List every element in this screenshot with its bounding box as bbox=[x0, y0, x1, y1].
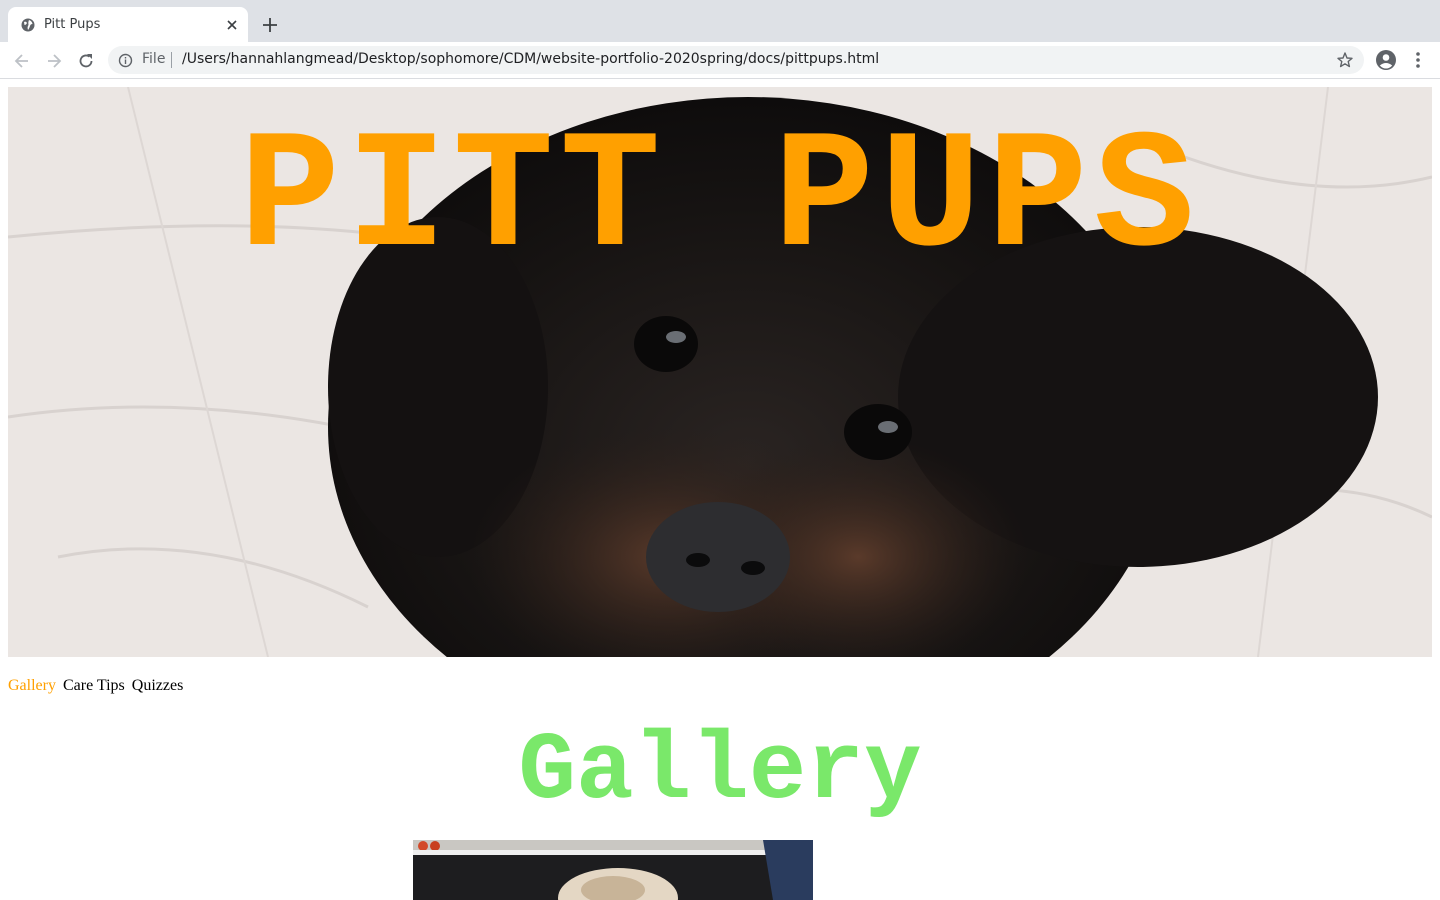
forward-icon[interactable] bbox=[44, 51, 64, 71]
address-separator bbox=[171, 52, 172, 68]
gallery-photo bbox=[413, 840, 813, 900]
browser-tab[interactable]: Pitt Pups bbox=[8, 7, 248, 42]
menu-icon[interactable] bbox=[1409, 50, 1427, 70]
address-scheme: File bbox=[142, 51, 166, 67]
nav-link-care-tips[interactable]: Care Tips bbox=[63, 676, 125, 696]
profile-icon[interactable] bbox=[1375, 49, 1397, 71]
address-bar[interactable]: File /Users/hannahlangmead/Desktop/sopho… bbox=[108, 46, 1364, 74]
back-icon[interactable] bbox=[12, 51, 32, 71]
section-title: Gallery bbox=[518, 717, 922, 826]
hero-title: PITT PUPS bbox=[239, 105, 1201, 295]
nav-link-gallery[interactable]: Gallery bbox=[8, 676, 56, 696]
tab-strip: Pitt Pups bbox=[0, 0, 1440, 42]
nav-link-quizzes[interactable]: Quizzes bbox=[132, 676, 184, 696]
plus-icon[interactable] bbox=[260, 15, 280, 35]
globe-icon bbox=[21, 18, 35, 32]
browser-toolbar: File /Users/hannahlangmead/Desktop/sopho… bbox=[0, 42, 1440, 79]
hero-banner: PITT PUPS bbox=[8, 87, 1432, 657]
star-icon[interactable] bbox=[1336, 51, 1354, 69]
web-page: PITT PUPS Gallery Care Tips Quizzes Galler… bbox=[0, 79, 1440, 900]
tab-title: Pitt Pups bbox=[44, 17, 101, 32]
close-icon[interactable] bbox=[225, 18, 239, 32]
reload-icon[interactable] bbox=[76, 51, 96, 71]
info-icon[interactable] bbox=[118, 53, 133, 68]
site-nav: Gallery Care Tips Quizzes bbox=[8, 676, 190, 696]
address-url[interactable]: /Users/hannahlangmead/Desktop/sophomore/… bbox=[182, 51, 879, 67]
